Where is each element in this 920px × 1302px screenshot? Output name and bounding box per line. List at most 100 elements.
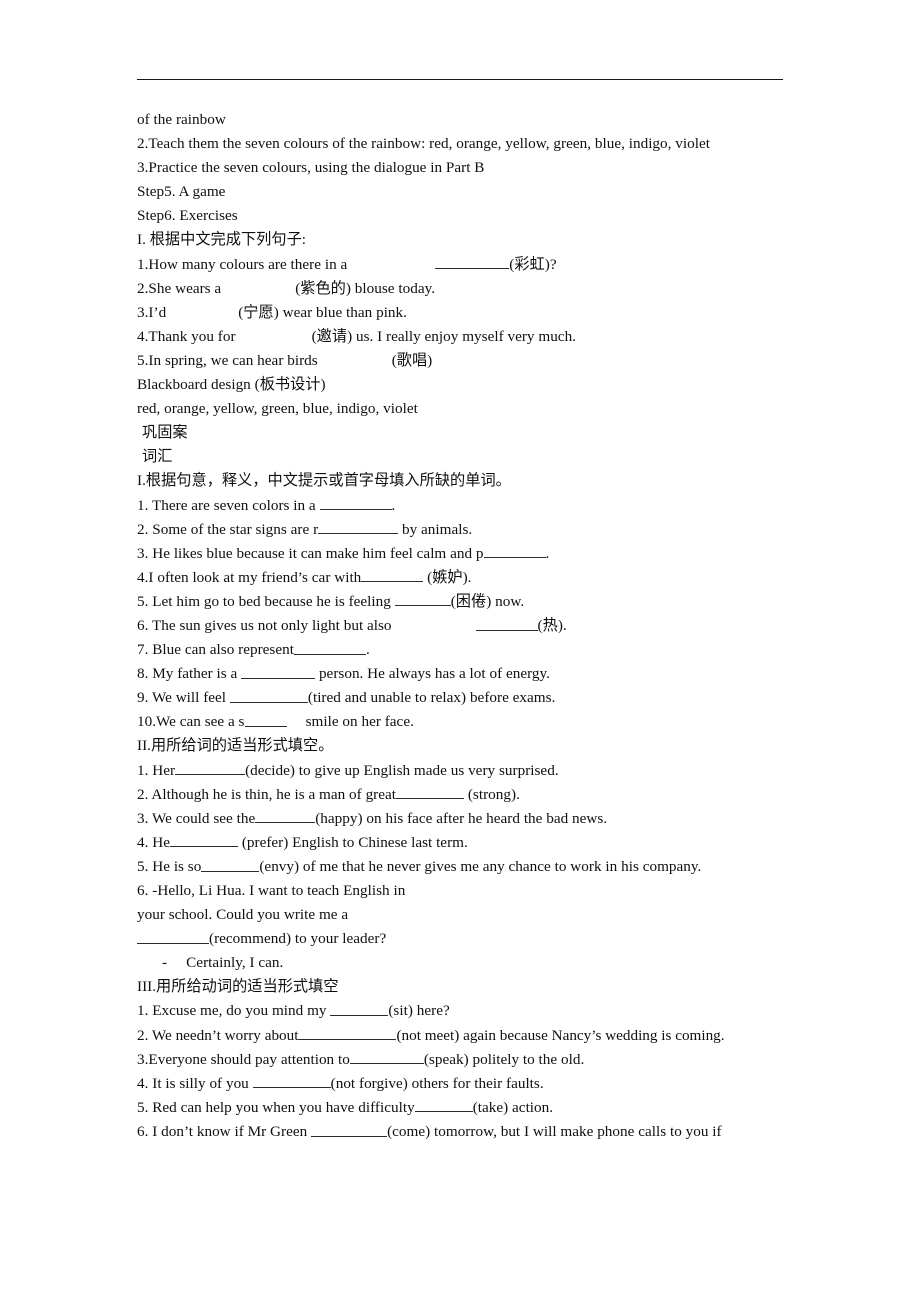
line-text-before-blank: 1. Excuse me, do you mind my [137,1002,331,1020]
line-text-before-blank: 5. Let him go to bed because he is feeli… [137,592,395,610]
document-line: 巩固案 [137,421,783,445]
line-text-after-blank: (嫉妒). [423,568,472,586]
line-text: 2.Teach them the seven colours of the ra… [137,135,711,153]
line-text: III.用所给动词的适当形式填空 [137,978,339,996]
line-text: 6. -Hello, Li Hua. I want to teach Engli… [137,882,406,899]
line-text-before-blank: 3. We could see the [137,809,256,827]
line-text-after-blank: (歌唱) [391,351,433,369]
answer-blank[interactable] [311,1123,388,1137]
document-line: 2. Although he is thin, he is a man of g… [137,783,783,807]
document-line: 4. It is silly of you (not forgive) othe… [137,1072,783,1096]
line-text-after-blank: (宁愿) wear blue than pink. [238,303,407,321]
answer-blank[interactable] [255,810,316,824]
document-line: I.根据句意，释义，中文提示或首字母填入所缺的单词。 [137,469,783,493]
answer-blank[interactable] [201,858,260,872]
document-line: 2.She wears a (紫色的) blouse today. [137,277,783,301]
line-text-before-blank: 10.We can see a s [137,713,245,731]
answer-blank[interactable] [241,665,316,679]
document-line: 3.Everyone should pay attention to (speak… [137,1048,783,1072]
document-line: 4. He (prefer) English to Chinese last t… [137,831,783,855]
answer-blank[interactable] [293,641,366,655]
document-line: 5. He is so (envy) of me that he never gi… [137,855,783,879]
answer-blank[interactable] [244,713,287,727]
line-text-before-blank: 3.Everyone should pay attention to [137,1050,350,1068]
answer-blank[interactable] [298,1027,397,1041]
line-text-after-blank: (recommend) to your leader? [209,930,387,948]
document-line: 2. We needn’t worry about (not meet) agai… [137,1024,783,1048]
document-line: red, orange, yellow, green, blue, indigo… [137,397,783,421]
line-spacer [392,629,476,630]
line-text: - Certainly, I can. [162,954,284,972]
line-text-after-blank: (not forgive) others for their faults. [330,1074,544,1092]
line-text-after-blank: . [545,544,550,562]
document-line: - Certainly, I can. [137,951,783,975]
line-text-after-blank: (tired and unable to relax) before exams… [307,689,556,707]
line-text-after-blank: . [365,641,370,659]
line-text-after-blank: (take) action. [472,1098,554,1116]
line-text-before-blank: 9. We will feel [137,689,230,707]
document-line: 5.In spring, we can hear birds (歌唱) [137,349,783,373]
header-rule [137,79,783,80]
document-page: of the rainbow 2.Teach them the seven col… [0,0,920,1302]
document-line: 9. We will feel (tired and unable to rel… [137,686,783,710]
document-line: 4.Thank you for (邀请) us. I really enjoy m… [137,325,783,349]
line-text-before-blank: 2.She wears a [137,279,222,297]
line-text-before-blank: 1. There are seven colors in a [137,496,320,514]
document-line: 1. Excuse me, do you mind my (sit) here? [137,999,783,1023]
document-line: 6. The sun gives us not only light but a… [137,614,783,638]
line-text-after-blank: (decide) to give up English made us very… [245,761,559,779]
line-text-before-blank: 3.I’d [137,303,167,321]
line-spacer [166,316,238,317]
answer-blank[interactable] [137,930,209,944]
answer-blank[interactable] [435,256,510,270]
document-line: 5. Red can help you when you have diffic… [137,1096,783,1120]
answer-blank[interactable] [475,617,538,631]
answer-blank[interactable] [170,834,238,848]
line-text: 3.Practice the seven colours, using the … [137,159,485,177]
line-text-before-blank: 3. He likes blue because it can make him… [137,544,484,562]
answer-blank[interactable] [319,497,392,511]
line-text-after-blank: (困倦) now. [450,592,525,610]
answer-blank[interactable] [396,786,465,800]
answer-blank[interactable] [252,1075,331,1089]
line-text-before-blank: 1.How many colours are there in a [137,255,348,273]
document-line: III.用所给动词的适当形式填空 [137,975,783,999]
line-text-before-blank: 4. It is silly of you [137,1074,253,1092]
document-line: 2.Teach them the seven colours of the ra… [137,132,783,156]
document-line: Step6. Exercises [137,204,783,228]
document-body: of the rainbow 2.Teach them the seven col… [137,108,783,1144]
line-text: of the rainbow [137,111,226,128]
answer-blank[interactable] [414,1099,473,1113]
document-line: 4.I often look at my friend’s car with (… [137,566,783,590]
line-spacer [347,268,435,269]
line-spacer [236,340,312,341]
line-text-before-blank: 6. I don’t know if Mr Green [137,1122,312,1140]
answer-blank[interactable] [394,593,451,607]
answer-blank[interactable] [229,689,308,703]
line-text-before-blank: 2. Some of the star signs are r [137,520,319,538]
line-text: Step6. Exercises [137,207,238,225]
document-line: II.用所给词的适当形式填空。 [137,734,783,758]
line-text-before-blank: 2. Although he is thin, he is a man of g… [137,785,397,803]
line-text: 巩固案 [142,424,188,442]
answer-blank[interactable] [361,569,424,583]
document-line: Blackboard design (板书设计) [137,373,783,397]
document-line: 3.Practice the seven colours, using the … [137,156,783,180]
answer-blank[interactable] [330,1003,389,1017]
line-text-after-blank: (邀请) us. I really enjoy myself very much… [311,327,576,345]
answer-blank[interactable] [349,1051,424,1065]
line-text-after-blank: by animals. [398,520,473,538]
answer-blank[interactable] [318,521,399,535]
line-text-after-blank: . [391,496,396,514]
document-line: 3.I’d (宁愿) wear blue than pink. [137,301,783,325]
document-line: 1. Her (decide) to give up English made u… [137,759,783,783]
document-line: 2. Some of the star signs are r by anima… [137,518,783,542]
line-text-after-blank: (speak) politely to the old. [423,1050,585,1068]
line-text-after-blank: (紫色的) blouse today. [295,279,436,297]
line-text-before-blank: 6. The sun gives us not only light but a… [137,616,392,634]
document-line: Step5. A game [137,180,783,204]
line-text: Step5. A game [137,183,226,201]
answer-blank[interactable] [483,545,546,559]
document-line: of the rainbow [137,108,783,132]
answer-blank[interactable] [175,762,246,776]
